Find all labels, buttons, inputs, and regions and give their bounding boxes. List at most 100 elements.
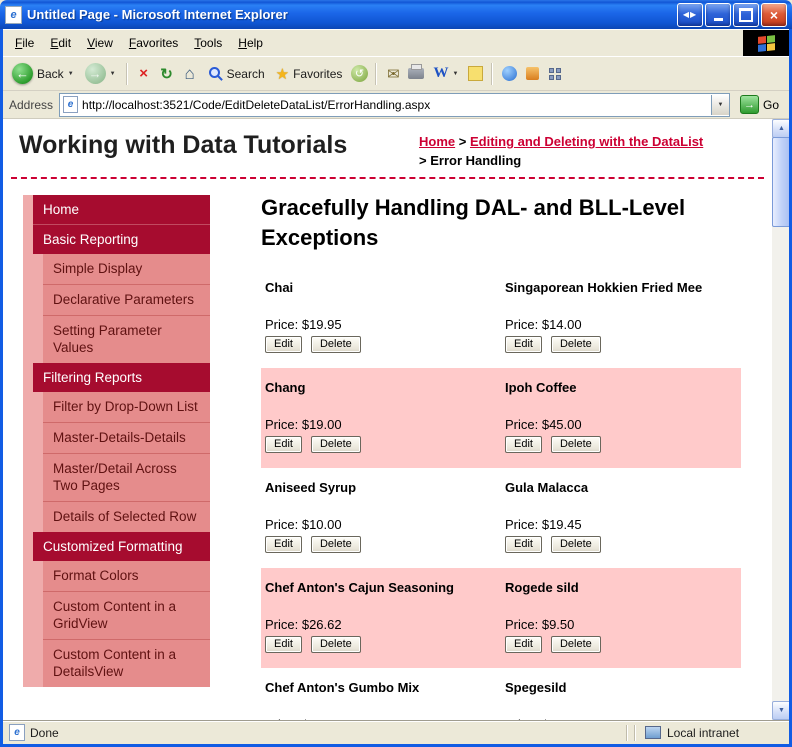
edit-button[interactable]: Edit <box>505 336 542 354</box>
delete-button[interactable]: Delete <box>310 336 361 354</box>
minimize-button[interactable] <box>705 2 731 27</box>
status-bar: e Done Local intranet <box>3 720 789 744</box>
messenger-icon <box>501 66 517 81</box>
favorites-button[interactable]: ★ Favorites <box>272 63 347 85</box>
delete-button[interactable]: Delete <box>310 436 361 454</box>
product-item-chef-anton-s-cajun-seasoning: Chef Anton's Cajun Seasoning Price: $26.6… <box>261 568 501 668</box>
product-row: Chang Price: $19.00 Edit Delete Ipoh Coffee P… <box>261 368 741 469</box>
edit-button[interactable]: Edit <box>505 636 542 654</box>
discuss-button[interactable] <box>465 63 485 85</box>
product-item-singaporean-hokkien-fried-mee: Singaporean Hokkien Fried Mee Price: $14.… <box>501 268 741 368</box>
edit-button[interactable]: Edit <box>265 636 302 654</box>
product-actions: Edit Delete <box>505 436 735 454</box>
scroll-down-button[interactable]: ▼ <box>772 701 789 720</box>
history-button[interactable]: ↺ <box>349 63 369 85</box>
sidebar-item-master-details-details[interactable]: Master-Details-Details <box>43 422 210 453</box>
page-icon: e <box>63 96 79 113</box>
back-button[interactable]: ← Back ▼ <box>8 61 78 86</box>
tiles-button[interactable] <box>545 63 565 85</box>
go-label: Go <box>762 97 779 112</box>
search-button[interactable]: Search <box>203 64 269 84</box>
menu-file[interactable]: File <box>7 32 42 54</box>
edit-button[interactable]: Edit <box>505 536 542 554</box>
sidebar-item-master-detail-across-two-pages[interactable]: Master/Detail Across Two Pages <box>43 453 210 501</box>
product-actions: Edit Delete <box>265 336 495 354</box>
sidebar-item-details-of-selected-row[interactable]: Details of Selected Row <box>43 501 210 532</box>
forward-button[interactable]: → ▼ <box>81 61 120 86</box>
product-price: Price: $19.00 <box>265 417 342 433</box>
sidebar-item-filter-by-drop-down-list[interactable]: Filter by Drop-Down List <box>43 392 210 422</box>
title-bar[interactable]: e Untitled Page - Microsoft Internet Exp… <box>0 0 792 29</box>
delete-button[interactable]: Delete <box>550 636 601 654</box>
breadcrumb-line-2: > Error Handling <box>419 152 771 171</box>
stop-button[interactable]: × <box>134 63 154 85</box>
maximize-button[interactable] <box>733 2 759 27</box>
edit-dropdown-icon[interactable]: ▼ <box>452 71 458 77</box>
edit-button[interactable]: Edit <box>265 336 302 354</box>
delete-button[interactable]: Delete <box>550 536 601 554</box>
menu-tools[interactable]: Tools <box>186 32 230 54</box>
print-button[interactable] <box>406 63 426 85</box>
refresh-button[interactable]: ↻ <box>157 63 177 85</box>
window-arrows-button[interactable]: ◀▶ <box>677 2 703 27</box>
scrollbar-thumb[interactable] <box>772 137 789 227</box>
product-name: Gula Malacca <box>505 480 589 496</box>
address-input[interactable]: e http://localhost:3521/Code/EditDeleteD… <box>59 92 730 117</box>
back-dropdown-icon[interactable]: ▼ <box>68 71 74 77</box>
product-actions: Edit Delete <box>265 536 495 554</box>
delete-button[interactable]: Delete <box>310 636 361 654</box>
breadcrumb: Home > Editing and Deleting with the Dat… <box>419 133 771 171</box>
tiles-icon <box>549 67 562 80</box>
mail-button[interactable]: ✉ <box>383 63 403 85</box>
sidebar-item-declarative-parameters[interactable]: Declarative Parameters <box>43 284 210 315</box>
breadcrumb-separator: > <box>419 152 427 168</box>
product-name: Chai <box>265 280 294 296</box>
edit-button[interactable]: Edit <box>265 436 302 454</box>
sidebar-item-home[interactable]: Home <box>33 195 210 224</box>
menu-view[interactable]: View <box>79 32 121 54</box>
messenger-button[interactable] <box>499 63 519 85</box>
edit-in-word-button[interactable]: W ▼ <box>429 63 462 84</box>
menu-favorites[interactable]: Favorites <box>121 32 186 54</box>
address-label: Address <box>9 97 54 112</box>
scroll-up-button[interactable]: ▲ <box>772 119 789 138</box>
back-icon: ← <box>12 63 33 84</box>
forward-dropdown-icon[interactable]: ▼ <box>110 71 116 77</box>
sidebar-item-custom-content-in-a-detailsview[interactable]: Custom Content in a DetailsView <box>43 639 210 687</box>
product-actions: Edit Delete <box>265 636 495 654</box>
menu-help[interactable]: Help <box>230 32 271 54</box>
delete-button[interactable]: Delete <box>550 336 601 354</box>
toolbar: ← Back ▼ → ▼ × ↻ ⌂ Search ★ Favorites ↺ … <box>3 56 789 91</box>
go-button[interactable]: → Go <box>736 95 783 114</box>
minimize-icon <box>713 17 723 21</box>
breadcrumb-current: Error Handling <box>430 152 522 168</box>
sidebar-item-custom-content-in-a-gridview[interactable]: Custom Content in a GridView <box>43 591 210 639</box>
edit-button[interactable]: Edit <box>265 536 302 554</box>
home-button[interactable]: ⌂ <box>180 63 200 85</box>
history-icon: ↺ <box>350 65 368 82</box>
intranet-zone-icon <box>645 726 661 739</box>
sidebar-item-setting-parameter-values[interactable]: Setting Parameter Values <box>43 315 210 363</box>
menu-edit[interactable]: Edit <box>42 32 79 54</box>
address-url[interactable]: http://localhost:3521/Code/EditDeleteDat… <box>82 98 707 112</box>
sidebar-item-customized-formatting[interactable]: Customized Formatting <box>33 532 210 561</box>
close-button[interactable]: × <box>761 2 787 27</box>
toolbar-separator <box>491 62 494 85</box>
delete-button[interactable]: Delete <box>310 536 361 554</box>
edit-button[interactable]: Edit <box>505 436 542 454</box>
window-frame: File Edit View Favorites Tools Help ← Back ▼ … <box>0 29 792 747</box>
forward-icon: → <box>84 63 106 84</box>
sidebar-item-format-colors[interactable]: Format Colors <box>43 561 210 591</box>
ie-logo-icon: e <box>5 5 22 24</box>
sidebar-item-simple-display[interactable]: Simple Display <box>43 254 210 284</box>
breadcrumb-home-link[interactable]: Home <box>419 134 455 149</box>
breadcrumb-section-link[interactable]: Editing and Deleting with the DataList <box>470 134 703 149</box>
address-dropdown-button[interactable]: ▼ <box>710 94 729 115</box>
research-button[interactable] <box>522 63 542 85</box>
vertical-scrollbar[interactable]: ▲ ▼ <box>772 119 789 720</box>
sidebar-item-filtering-reports[interactable]: Filtering Reports <box>33 363 210 392</box>
delete-button[interactable]: Delete <box>550 436 601 454</box>
product-actions: Edit Delete <box>265 436 495 454</box>
product-name: Chang <box>265 380 306 396</box>
sidebar-item-basic-reporting[interactable]: Basic Reporting <box>33 224 210 254</box>
